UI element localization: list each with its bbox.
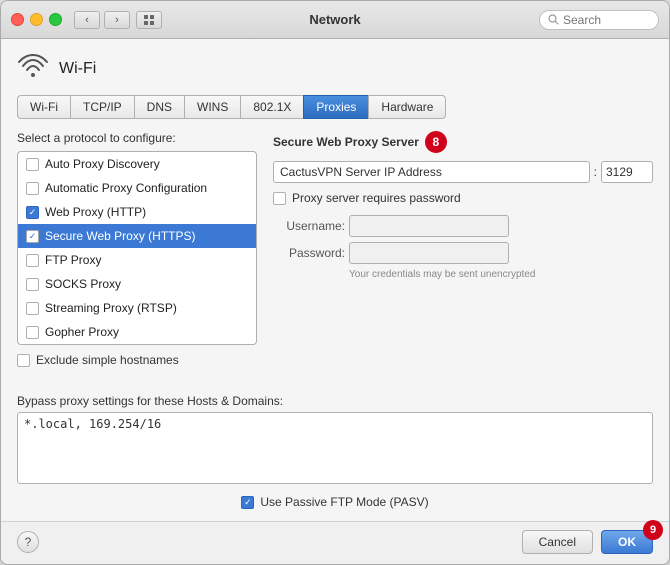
window-title: Network (309, 12, 360, 27)
protocol-label-socks: SOCKS Proxy (45, 277, 121, 291)
search-input[interactable] (563, 13, 643, 27)
exclude-row: Exclude simple hostnames (17, 353, 257, 367)
content-area: Wi-Fi Wi-Fi TCP/IP DNS WINS 802.1X Proxi… (1, 39, 669, 521)
tab-tcpip[interactable]: TCP/IP (70, 95, 134, 119)
credentials-section: Username: Password: Your credentials may… (277, 215, 653, 280)
protocol-item-auto[interactable]: Auto Proxy Discovery (18, 152, 256, 176)
checkbox-gopher[interactable] (26, 326, 39, 339)
server-address-input[interactable] (273, 161, 590, 183)
checkbox-https[interactable]: ✓ (26, 230, 39, 243)
proxy-server-title: Secure Web Proxy Server (273, 135, 419, 149)
protocol-label-autoconfig: Automatic Proxy Configuration (45, 181, 207, 195)
proxy-server-header: Secure Web Proxy Server 8 (273, 131, 653, 153)
protocol-item-https[interactable]: ✓ Secure Web Proxy (HTTPS) (18, 224, 256, 248)
checkbox-ftp[interactable] (26, 254, 39, 267)
username-label: Username: (277, 219, 345, 233)
port-input[interactable] (601, 161, 653, 183)
protocol-label-rtsp: Streaming Proxy (RTSP) (45, 301, 177, 315)
tabs-bar: Wi-Fi TCP/IP DNS WINS 802.1X Proxies Har… (17, 95, 653, 119)
password-field-label: Password: (277, 246, 345, 260)
bypass-textarea[interactable]: *.local, 169.254/16 (17, 412, 653, 484)
protocol-list: 7 Auto Proxy Discovery Automatic Proxy C… (17, 151, 257, 345)
ok-wrapper: 9 OK (601, 530, 653, 554)
wifi-label: Wi-Fi (59, 60, 96, 78)
checkbox-exclude[interactable] (17, 354, 30, 367)
footer: ? Cancel 9 OK (1, 521, 669, 564)
right-panel: Secure Web Proxy Server 8 : Proxy server… (273, 131, 653, 386)
colon-separator: : (594, 165, 597, 179)
password-field-input[interactable] (349, 242, 509, 264)
unencrypted-note: Your credentials may be sent unencrypted (349, 269, 653, 280)
checkbox-password[interactable] (273, 192, 286, 205)
checkmark-pasv: ✓ (244, 497, 252, 508)
tab-wins[interactable]: WINS (184, 95, 240, 119)
search-icon (548, 14, 559, 25)
protocol-label-http: Web Proxy (HTTP) (45, 205, 146, 219)
protocol-label-auto: Auto Proxy Discovery (45, 157, 160, 171)
help-button[interactable]: ? (17, 531, 39, 553)
left-panel: Select a protocol to configure: 7 Auto P… (17, 131, 257, 386)
checkbox-socks[interactable] (26, 278, 39, 291)
network-window: ‹ › Network (0, 0, 670, 565)
pasv-row: ✓ Use Passive FTP Mode (PASV) (17, 495, 653, 509)
password-field-row: Password: (277, 242, 653, 264)
search-box[interactable] (539, 10, 659, 30)
checkbox-autoconfig[interactable] (26, 182, 39, 195)
protocol-label-https: Secure Web Proxy (HTTPS) (45, 229, 195, 243)
footer-buttons: Cancel 9 OK (522, 530, 653, 554)
protocol-label-gopher: Gopher Proxy (45, 325, 119, 339)
traffic-lights (11, 13, 62, 26)
bottom-section: Bypass proxy settings for these Hosts & … (17, 394, 653, 509)
tab-dns[interactable]: DNS (134, 95, 184, 119)
protocol-item-rtsp[interactable]: Streaming Proxy (RTSP) (18, 296, 256, 320)
checkbox-rtsp[interactable] (26, 302, 39, 315)
protocol-item-http[interactable]: ✓ Web Proxy (HTTP) (18, 200, 256, 224)
protocol-header: Select a protocol to configure: (17, 131, 257, 145)
checkbox-http[interactable]: ✓ (26, 206, 39, 219)
tab-dot1x[interactable]: 802.1X (240, 95, 303, 119)
forward-button[interactable]: › (104, 11, 130, 29)
badge-8: 8 (425, 131, 447, 153)
password-label: Proxy server requires password (292, 191, 461, 205)
close-button[interactable] (11, 13, 24, 26)
maximize-button[interactable] (49, 13, 62, 26)
server-input-row: : (273, 161, 653, 183)
tab-hardware[interactable]: Hardware (368, 95, 446, 119)
password-row: Proxy server requires password (273, 191, 653, 205)
checkbox-pasv[interactable]: ✓ (241, 496, 254, 509)
protocol-item-gopher[interactable]: Gopher Proxy (18, 320, 256, 344)
tab-wifi[interactable]: Wi-Fi (17, 95, 70, 119)
grid-button[interactable] (136, 11, 162, 29)
wifi-icon (17, 53, 49, 85)
minimize-button[interactable] (30, 13, 43, 26)
cancel-button[interactable]: Cancel (522, 530, 593, 554)
protocol-item-socks[interactable]: SOCKS Proxy (18, 272, 256, 296)
exclude-label: Exclude simple hostnames (36, 353, 179, 367)
checkmark-http: ✓ (29, 208, 37, 217)
badge-9: 9 (643, 520, 663, 540)
pasv-label: Use Passive FTP Mode (PASV) (260, 495, 428, 509)
checkbox-auto[interactable] (26, 158, 39, 171)
back-button[interactable]: ‹ (74, 11, 100, 29)
tab-proxies[interactable]: Proxies (303, 95, 368, 119)
username-row: Username: (277, 215, 653, 237)
protocol-item-autoconfig[interactable]: Automatic Proxy Configuration (18, 176, 256, 200)
checkmark-https: ✓ (29, 232, 37, 241)
main-area: Select a protocol to configure: 7 Auto P… (17, 131, 653, 386)
bypass-label: Bypass proxy settings for these Hosts & … (17, 394, 653, 408)
nav-buttons: ‹ › (74, 11, 130, 29)
protocol-item-ftp[interactable]: FTP Proxy (18, 248, 256, 272)
username-input[interactable] (349, 215, 509, 237)
wifi-header: Wi-Fi (17, 53, 653, 85)
protocol-label-ftp: FTP Proxy (45, 253, 101, 267)
titlebar: ‹ › Network (1, 1, 669, 39)
